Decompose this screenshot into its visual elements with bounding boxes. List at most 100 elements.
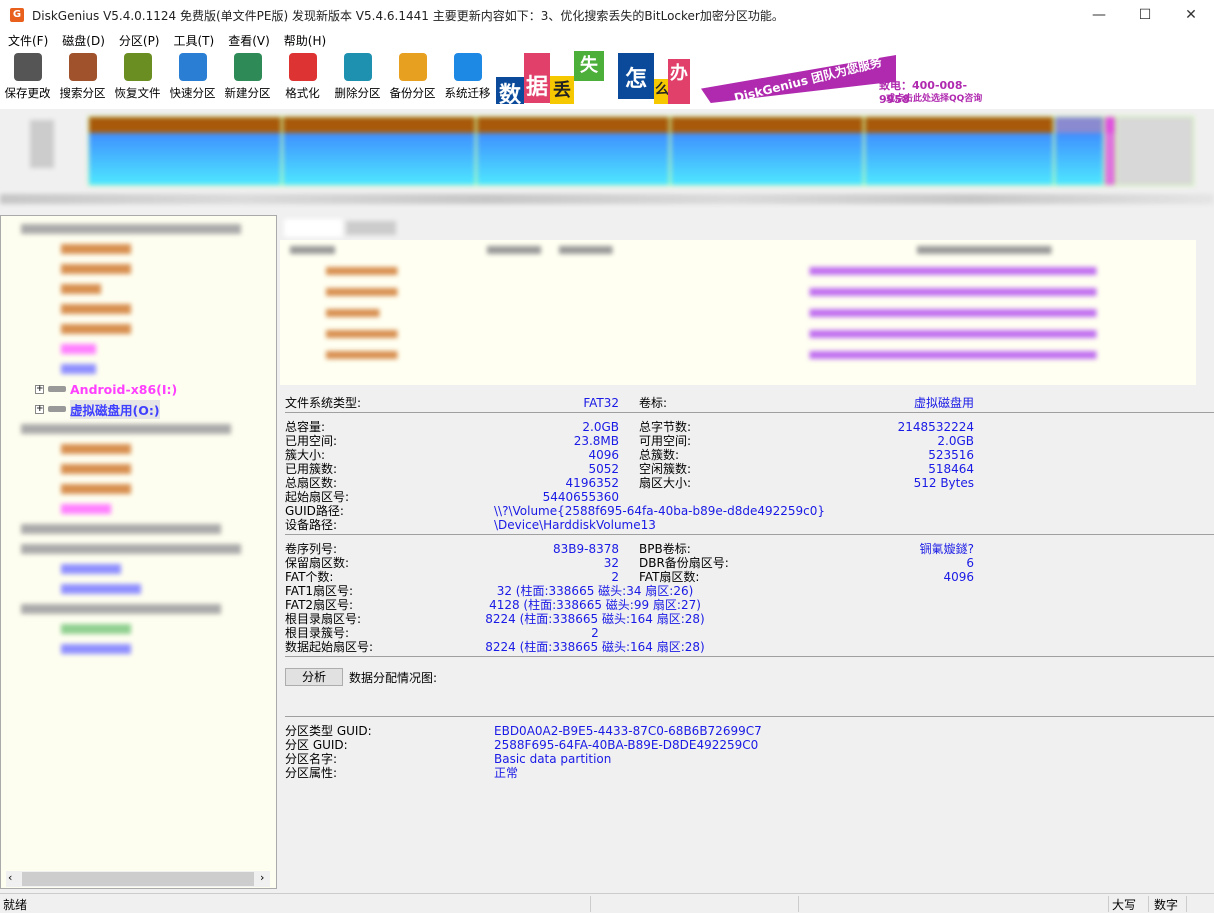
allocation-map-label: 数据分配情况图: (349, 671, 438, 685)
ad-banner[interactable]: 数 据 丢 失 怎 么 办 DiskGenius 团队为您服务 致电：400-0… (496, 51, 996, 104)
format-icon (288, 53, 317, 81)
partition-icon (48, 406, 66, 412)
menu-disk[interactable]: 磁盘(D) (62, 32, 105, 49)
toolbar-button-label: 快速分区 (169, 86, 216, 100)
maximize-button[interactable]: ☐ (1122, 0, 1168, 30)
field-value: 4096 (943, 570, 974, 584)
scroll-right-icon[interactable]: › (260, 871, 264, 884)
tab-partitions[interactable] (284, 219, 342, 237)
disk-tree[interactable]: + Android-x86(I:) + 虚拟磁盘用(O:) (0, 215, 277, 889)
field-value: 8224 (柱面:338665 磁头:164 扇区:28) (485, 640, 705, 654)
field-label: 总字节数: (639, 420, 692, 434)
menu-file[interactable]: 文件(F) (8, 32, 48, 49)
toolbar-button-label: 格式化 (285, 86, 320, 100)
field-label: DBR备份扇区号: (639, 556, 729, 570)
toolbar-button[interactable]: 删除分区 (330, 51, 385, 107)
field-value: 4196352 (565, 476, 619, 490)
field-label: 已用空间: (285, 434, 338, 448)
field-label: 保留扇区数: (285, 556, 350, 570)
disk-map[interactable] (0, 110, 1214, 188)
banner-char: 怎 (618, 53, 654, 99)
disk-nav-arrows[interactable] (30, 120, 54, 168)
close-button[interactable]: ✕ (1168, 0, 1214, 30)
field-label: 卷标: (639, 396, 668, 410)
device-path-value: \Device\HarddiskVolume13 (494, 518, 656, 532)
menu-help[interactable]: 帮助(H) (284, 32, 326, 49)
field-value: 正常 (494, 766, 519, 780)
scroll-left-icon[interactable]: ‹ (8, 871, 12, 884)
field-value: 2.0GB (937, 434, 974, 448)
toolbar-button[interactable]: 新建分区 (220, 51, 275, 107)
field-label: FAT2扇区号: (285, 598, 354, 612)
partition-block[interactable] (1054, 116, 1104, 186)
tree-item-label: Android-x86(I:) (70, 381, 178, 397)
field-label: 设备路径: (285, 518, 338, 532)
field-label: 簇大小: (285, 448, 326, 462)
field-label: 起始扇区号: (285, 490, 350, 504)
backup-icon (398, 53, 427, 81)
minimize-button[interactable]: — (1076, 0, 1122, 30)
tree-horizontal-scrollbar[interactable]: ‹ › (6, 871, 270, 887)
divider (285, 534, 1214, 535)
quick-partition-icon (178, 53, 207, 81)
toolbar-button[interactable]: 恢复文件 (110, 51, 165, 107)
toolbar-button[interactable]: 系统迁移 (440, 51, 495, 107)
toolbar-button[interactable]: 搜索分区 (55, 51, 110, 107)
field-value: 5440655360 (542, 490, 619, 504)
field-value: 518464 (928, 462, 974, 476)
field-label: 空闲簇数: (639, 462, 692, 476)
field-value: 2 (591, 626, 599, 640)
partition-table[interactable] (280, 240, 1214, 385)
banner-char: 据 (524, 53, 550, 103)
tree-item-label: 虚拟磁盘用(O:) (70, 399, 160, 419)
toolbar-button-label: 搜索分区 (59, 86, 106, 100)
field-label: FAT个数: (285, 570, 334, 584)
expand-icon[interactable]: + (35, 404, 44, 414)
field-value: EBD0A0A2-B9E5-4433-87C0-68B6B72699C7 (494, 724, 762, 738)
menu-view[interactable]: 查看(V) (228, 32, 270, 49)
tab-strip[interactable] (280, 215, 1214, 239)
toolbar-button[interactable]: 备份分区 (385, 51, 440, 107)
partition-block[interactable] (1104, 116, 1116, 186)
menu-partition[interactable]: 分区(P) (119, 32, 160, 49)
partition-block[interactable] (476, 116, 670, 186)
migrate-icon (453, 53, 482, 81)
tree-item-virtual-disk[interactable]: + 虚拟磁盘用(O:) (35, 399, 160, 419)
partition-block[interactable] (88, 116, 282, 186)
expand-icon[interactable]: + (35, 384, 44, 394)
field-value: 523516 (928, 448, 974, 462)
free-space-block[interactable] (1116, 116, 1194, 186)
toolbar-button[interactable]: 快速分区 (165, 51, 220, 107)
partition-block[interactable] (670, 116, 864, 186)
recover-icon (123, 53, 152, 81)
trash-icon (343, 53, 372, 81)
partition-block[interactable] (864, 116, 1054, 186)
field-label: 文件系统类型: (285, 396, 362, 410)
status-bar: 就绪 大写 数字 (0, 893, 1214, 913)
toolbar-button[interactable]: 格式化 (275, 51, 330, 107)
toolbar-button-label: 新建分区 (224, 86, 271, 100)
field-value: 5052 (588, 462, 619, 476)
guid-path-value: \\?\Volume{2588f695-64fa-40ba-b89e-d8de4… (494, 504, 826, 518)
toolbar-button[interactable]: 保存更改 (0, 51, 55, 107)
banner-qq: 或点击此处选择QQ咨询 (886, 94, 983, 104)
divider (285, 716, 1214, 717)
tab-browse-files[interactable] (346, 221, 396, 235)
field-value: Basic data partition (494, 752, 612, 766)
save-icon (13, 53, 42, 81)
field-value: 4128 (柱面:338665 磁头:99 扇区:27) (489, 598, 701, 612)
analyze-button[interactable]: 分析 (285, 668, 343, 686)
partition-block[interactable] (282, 116, 476, 186)
field-label: 总簇数: (639, 448, 680, 462)
partition-icon (48, 386, 66, 392)
field-label: 扇区大小: (639, 476, 692, 490)
tree-item-android[interactable]: + Android-x86(I:) (35, 380, 177, 398)
status-text: 就绪 (3, 898, 28, 912)
table-vertical-scrollbar[interactable] (1196, 240, 1214, 385)
menu-tools[interactable]: 工具(T) (174, 32, 215, 49)
field-label: 分区 GUID: (285, 738, 348, 752)
scrollbar-thumb[interactable] (22, 872, 254, 886)
title-bar: G DiskGenius V5.4.0.1124 免费版(单文件PE版) 发现新… (0, 0, 1214, 30)
field-label: GUID路径: (285, 504, 344, 518)
num-lock-indicator: 数字 (1154, 898, 1179, 912)
